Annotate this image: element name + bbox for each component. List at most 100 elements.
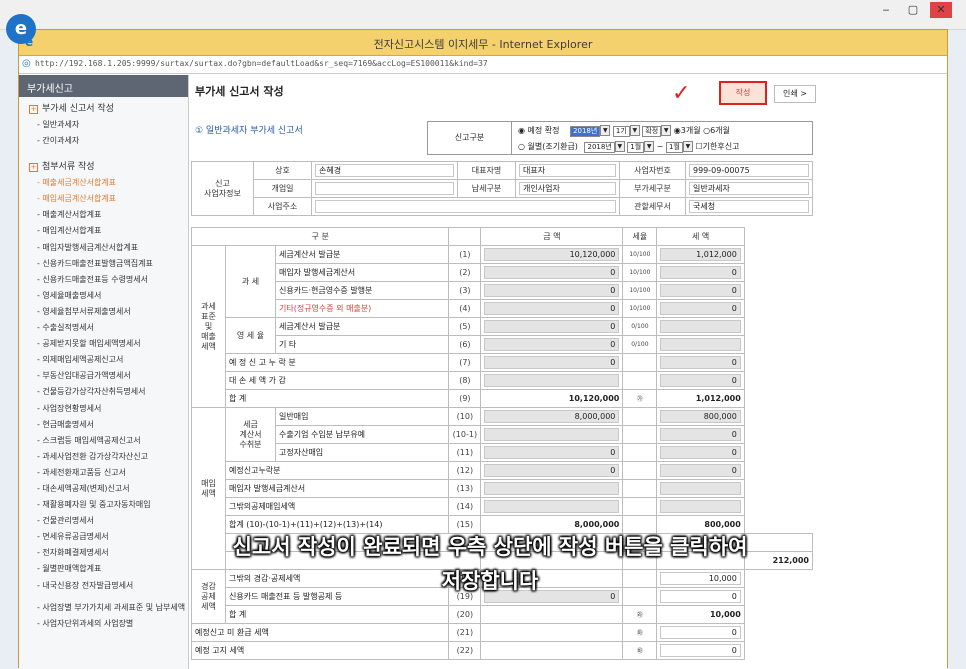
amount-field[interactable]: [484, 428, 620, 441]
late-checkbox[interactable]: ☐: [695, 142, 702, 151]
chevron-down-icon[interactable]: ▼: [600, 125, 611, 136]
chevron-down-icon[interactable]: ▼: [629, 125, 640, 136]
sidebar-item[interactable]: - 사업장별 부가가치세 과세표준 및 납부세액: [19, 600, 188, 616]
year2-select[interactable]: 2018년: [584, 142, 615, 153]
tax-field[interactable]: [660, 320, 741, 333]
tax-field[interactable]: 0: [660, 464, 741, 477]
sidebar-item[interactable]: - 과세전환재고품등 신고서: [19, 465, 188, 481]
tax-field[interactable]: [660, 338, 741, 351]
close-button[interactable]: ✕: [930, 2, 952, 18]
sidebar-item[interactable]: - 건물관리명세서: [19, 513, 188, 529]
amount-field[interactable]: 10,120,000: [484, 248, 620, 261]
sidebar-item[interactable]: - 신용카드매출전표등 수령명세서: [19, 272, 188, 288]
tax-field[interactable]: [660, 500, 741, 513]
radio-quarter[interactable]: ◉: [518, 126, 528, 135]
sidebar-item[interactable]: - 현금매출명세서: [19, 417, 188, 433]
sidebar-item[interactable]: - 사업자단위과세의 사업장별: [19, 616, 188, 632]
addr-field[interactable]: [315, 200, 616, 213]
sidebar-section-attach[interactable]: + 첨부서류 작성: [19, 155, 188, 175]
tax-field[interactable]: [660, 482, 741, 495]
amount-field[interactable]: 0: [484, 302, 620, 315]
print-button[interactable]: 인쇄 >: [774, 85, 816, 103]
amount-field[interactable]: [484, 500, 620, 513]
sidebar-item[interactable]: - 스크랩등 매입세액공제신고서: [19, 433, 188, 449]
sidebar-item[interactable]: - 부동산임대공급가액명세서: [19, 368, 188, 384]
sidebar-section-vat[interactable]: + 부가세 신고서 작성: [19, 97, 188, 117]
tax-field[interactable]: 0: [660, 644, 741, 657]
sidebar-item[interactable]: - 사업장현황명세서: [19, 401, 188, 417]
desktop-taskbar: ‒ ▢ ✕: [0, 0, 966, 30]
tax-field[interactable]: 0: [660, 302, 741, 315]
sidebar-item[interactable]: - 매입세금계산서합계표: [19, 191, 188, 207]
amount-field[interactable]: 0: [484, 284, 620, 297]
sidebar-item[interactable]: - 매출세금계산서합계표: [19, 175, 188, 191]
form-heading: ① 일반과세자 부가세 신고서: [195, 126, 303, 136]
radio-monthly[interactable]: ○: [518, 142, 528, 151]
tax-field[interactable]: 0: [660, 284, 741, 297]
sidebar-item[interactable]: - 재활용폐자원 및 중고자동차매입: [19, 497, 188, 513]
sidebar-item[interactable]: - 매입계산서합계표: [19, 223, 188, 239]
tax-field[interactable]: 0: [660, 266, 741, 279]
tax-field[interactable]: 0: [660, 626, 741, 639]
tax-field[interactable]: 0: [660, 428, 741, 441]
amount-field[interactable]: 0: [484, 464, 620, 477]
row-label: 매입자 발행세금계산서: [274, 263, 450, 282]
tax-field[interactable]: 0: [660, 446, 741, 459]
chevron-down-icon[interactable]: ▼: [614, 141, 625, 152]
year-select[interactable]: 2018년: [570, 126, 601, 137]
amount-field[interactable]: 0: [484, 338, 620, 351]
tax-field[interactable]: 0: [660, 374, 741, 387]
address-bar[interactable]: ◎ http://192.168.1.205:9999/surtax/surta…: [19, 56, 947, 74]
bizno-field[interactable]: 999-09-00075: [689, 164, 809, 177]
name-field[interactable]: 손혜경: [315, 164, 454, 177]
row-code: (20): [448, 605, 482, 624]
amount-field[interactable]: [484, 482, 620, 495]
sidebar-item[interactable]: - 일반과세자: [19, 117, 188, 133]
sidebar-item[interactable]: - 의제매입세액공제신고서: [19, 352, 188, 368]
period-select[interactable]: 1기: [612, 126, 630, 137]
sidebar-item[interactable]: - 매입자발행세금계산서합계표: [19, 240, 188, 256]
total-tax: 10,000: [656, 605, 745, 624]
row-label: 수출기업 수입분 납부유예: [274, 425, 450, 444]
row-code: (10): [448, 407, 482, 426]
address-url[interactable]: http://192.168.1.205:9999/surtax/surtax.…: [35, 59, 488, 68]
radio-3month[interactable]: ◉: [674, 126, 681, 135]
sidebar-item[interactable]: - 과세사업전환 감가상각자산신고: [19, 449, 188, 465]
office-field[interactable]: 국세청: [689, 200, 809, 213]
amount-field[interactable]: 0: [484, 320, 620, 333]
tax-field[interactable]: 1,012,000: [660, 248, 741, 261]
amount-field[interactable]: 0: [484, 356, 620, 369]
rep-field[interactable]: 대표자: [519, 164, 616, 177]
sidebar-item[interactable]: - 영세율매출명세서: [19, 288, 188, 304]
write-button[interactable]: 작성: [719, 81, 767, 105]
chevron-down-icon[interactable]: ▼: [644, 141, 655, 152]
sidebar-item[interactable]: - 영세율첨부서류제출명세서: [19, 304, 188, 320]
sidebar-item[interactable]: - 매출계산서합계표: [19, 207, 188, 223]
tax-field[interactable]: 0: [660, 356, 741, 369]
row-rate: 10/100: [622, 263, 658, 282]
chevron-down-icon[interactable]: ▼: [661, 125, 672, 136]
sidebar-item[interactable]: - 간이과세자: [19, 133, 188, 149]
amount-field[interactable]: 8,000,000: [484, 410, 620, 423]
sidebar-item[interactable]: - 대손세액공제(변제)신고서: [19, 481, 188, 497]
video-subtitle: 신고서 작성이 완료되면 우측 상단에 작성 버튼을 클릭하여 저장합니다: [60, 530, 920, 598]
sidebar-item[interactable]: - 신용카드매출전표발행금액집계표: [19, 256, 188, 272]
maximize-button[interactable]: ▢: [902, 2, 924, 18]
sidebar-item[interactable]: - 수출실적명세서: [19, 320, 188, 336]
chevron-down-icon[interactable]: ▼: [682, 141, 693, 152]
taxtype-field[interactable]: 개인사업자: [519, 182, 616, 195]
sidebar-item[interactable]: - 건물등감가상각자산취득명세서: [19, 384, 188, 400]
dob-field[interactable]: [315, 182, 454, 195]
amount-field[interactable]: [484, 374, 620, 387]
row-label: 신용카드·현금영수증 발행분: [274, 281, 450, 300]
amount-field[interactable]: 0: [484, 446, 620, 459]
tax-field[interactable]: 800,000: [660, 410, 741, 423]
sidebar-item[interactable]: - 공제받지못할 매입세액명세서: [19, 336, 188, 352]
minimize-button[interactable]: ‒: [875, 2, 897, 18]
amount-field[interactable]: 0: [484, 266, 620, 279]
month-to-select[interactable]: 1월: [666, 142, 683, 153]
kind-select[interactable]: 확정: [642, 126, 662, 137]
vattype-field[interactable]: 일반과세자: [689, 182, 809, 195]
row-label: 합 계: [224, 605, 450, 624]
month-from-select[interactable]: 1월: [627, 142, 645, 153]
